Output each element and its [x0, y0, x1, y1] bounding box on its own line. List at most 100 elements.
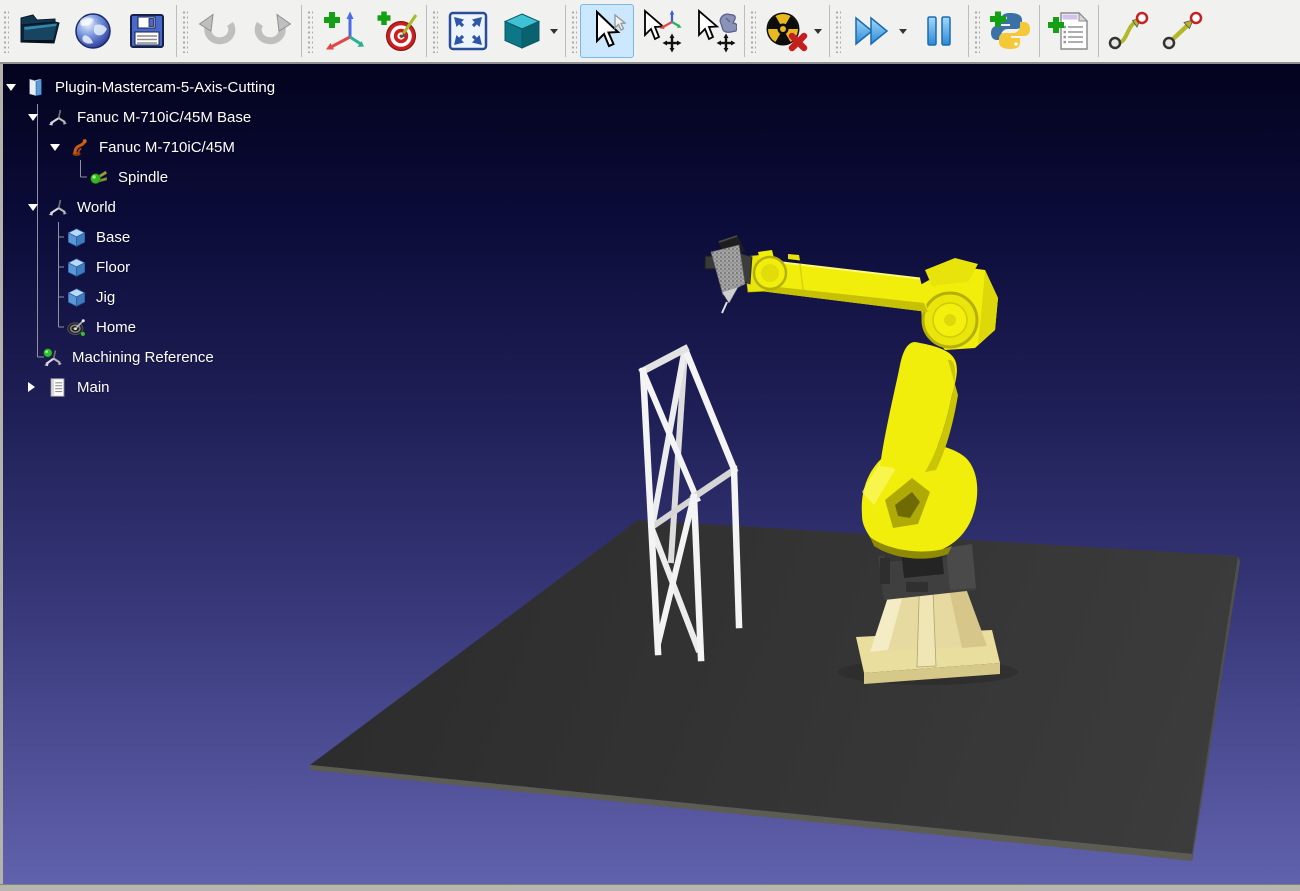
- toolbar-separator: [565, 5, 566, 57]
- tree-item-station[interactable]: Plugin-Mastercam-5-Axis-Cutting: [0, 72, 430, 102]
- toolbar-separator: [968, 5, 969, 57]
- toolbar-separator: [176, 5, 177, 57]
- toolbar-handle[interactable]: [973, 9, 980, 53]
- robot-icon: [69, 137, 90, 158]
- tree-item-label: Plugin-Mastercam-5-Axis-Cutting: [55, 79, 275, 96]
- program-plus-icon: [1047, 9, 1091, 53]
- undo-button[interactable]: [191, 4, 245, 58]
- simulation-dropdown-arrow-icon[interactable]: [899, 29, 907, 34]
- mount-detail: [906, 582, 928, 592]
- reference-frame-icon: [47, 107, 68, 128]
- check-collisions-button[interactable]: [759, 4, 813, 58]
- fit-all-button[interactable]: [441, 4, 495, 58]
- toolbar-handle[interactable]: [431, 9, 438, 53]
- fit-all-icon: [446, 9, 490, 53]
- tree-item-label: World: [77, 199, 116, 216]
- move-reference-cursor-icon: [639, 9, 683, 53]
- move-linear-button[interactable]: [1155, 4, 1209, 58]
- add-frame-icon: [321, 9, 365, 53]
- view-cube-icon: [500, 9, 544, 53]
- expand-arrow-icon[interactable]: [28, 114, 38, 121]
- pause-button[interactable]: [912, 4, 966, 58]
- toolbar-group-simulation: [832, 0, 966, 62]
- tree-item-home-target[interactable]: Home: [0, 312, 430, 342]
- reference-frame-ball-icon: [42, 347, 63, 368]
- collapse-arrow-icon[interactable]: [28, 382, 35, 392]
- tree-item-robot-base-frame[interactable]: Fanuc M-710iC/45M Base: [0, 102, 430, 132]
- 3d-viewport[interactable]: Plugin-Mastercam-5-Axis-Cutting Fanuc M-…: [0, 64, 1300, 891]
- add-reference-frame-button[interactable]: [316, 4, 370, 58]
- tree-item-jig-object[interactable]: Jig: [0, 282, 430, 312]
- undo-arrow-icon: [196, 9, 240, 53]
- tree-item-world-frame[interactable]: World: [0, 192, 430, 222]
- move-tool-button[interactable]: [688, 4, 742, 58]
- select-cursor-icon: [585, 9, 629, 53]
- toolbar-group-cursor-modes: [568, 0, 742, 62]
- toolbar-handle[interactable]: [181, 9, 188, 53]
- move-tool-cursor-icon: [693, 9, 737, 53]
- toolbar-handle[interactable]: [749, 9, 756, 53]
- tree-item-base-object[interactable]: Base: [0, 222, 430, 252]
- toolbar-group-move-instructions: [1101, 0, 1209, 62]
- move-joint-button[interactable]: [1101, 4, 1155, 58]
- collisions-dropdown-arrow-icon[interactable]: [814, 29, 822, 34]
- tree-item-label: Main: [77, 379, 110, 396]
- save-button[interactable]: [120, 4, 174, 58]
- python-plus-icon: [988, 9, 1032, 53]
- toolbar-group-programs: [971, 0, 1037, 62]
- add-program-button[interactable]: [1042, 4, 1096, 58]
- toolbar-handle[interactable]: [306, 9, 313, 53]
- mount-step: [946, 544, 976, 590]
- toolbar-separator: [744, 5, 745, 57]
- view-dropdown-arrow-icon[interactable]: [550, 29, 558, 34]
- tree-item-machining-reference[interactable]: Machining Reference: [0, 342, 430, 372]
- tree-item-main-program[interactable]: Main: [0, 372, 430, 402]
- select-button[interactable]: [580, 4, 634, 58]
- target-home-icon: [66, 317, 87, 338]
- add-target-button[interactable]: [370, 4, 424, 58]
- toolbar-group-collisions: [747, 0, 827, 62]
- tree-item-label: Machining Reference: [72, 349, 214, 366]
- toolbar-handle[interactable]: [834, 9, 841, 53]
- redo-button[interactable]: [245, 4, 299, 58]
- toolbar-separator: [829, 5, 830, 57]
- toolbar-group-add-items: [304, 0, 424, 62]
- robot-wrist-joint-inner: [761, 264, 779, 282]
- reference-frame-icon: [47, 197, 68, 218]
- open-online-library-button[interactable]: [66, 4, 120, 58]
- move-joint-icon: [1106, 9, 1150, 53]
- toolbar-handle[interactable]: [2, 9, 9, 53]
- toolbar-separator: [426, 5, 427, 57]
- save-floppy-icon: [125, 9, 169, 53]
- toolbar-handle[interactable]: [570, 9, 577, 53]
- object-cube-icon: [66, 257, 87, 278]
- robodk-window: Plugin-Mastercam-5-Axis-Cutting Fanuc M-…: [0, 0, 1300, 891]
- fast-simulation-button[interactable]: [844, 4, 898, 58]
- toolbar-separator: [1039, 5, 1040, 57]
- globe-icon: [71, 9, 115, 53]
- add-python-program-button[interactable]: [983, 4, 1037, 58]
- view-isometric-button[interactable]: [495, 4, 549, 58]
- tree-item-label: Floor: [96, 259, 130, 276]
- add-target-icon: [375, 9, 419, 53]
- fast-forward-icon: [849, 9, 893, 53]
- toolbar-separator: [1098, 5, 1099, 57]
- expand-arrow-icon[interactable]: [28, 204, 38, 211]
- expand-arrow-icon[interactable]: [50, 144, 60, 151]
- tree-item-floor-object[interactable]: Floor: [0, 252, 430, 282]
- station-tree: Plugin-Mastercam-5-Axis-Cutting Fanuc M-…: [0, 72, 430, 402]
- move-reference-frame-button[interactable]: [634, 4, 688, 58]
- toolbar-group-add-program: [1042, 0, 1096, 62]
- toolbar-group-undo: [179, 0, 299, 62]
- tree-item-spindle[interactable]: Spindle: [0, 162, 430, 192]
- open-button[interactable]: [12, 4, 66, 58]
- robot-elbow-hub: [944, 314, 956, 326]
- expand-arrow-icon[interactable]: [6, 84, 16, 91]
- tree-item-label: Base: [96, 229, 130, 246]
- object-cube-icon: [66, 227, 87, 248]
- redo-arrow-icon: [250, 9, 294, 53]
- open-folder-icon: [17, 9, 61, 53]
- tree-item-label: Fanuc M-710iC/45M Base: [77, 109, 251, 126]
- tree-item-label: Jig: [96, 289, 115, 306]
- tree-item-robot[interactable]: Fanuc M-710iC/45M: [0, 132, 430, 162]
